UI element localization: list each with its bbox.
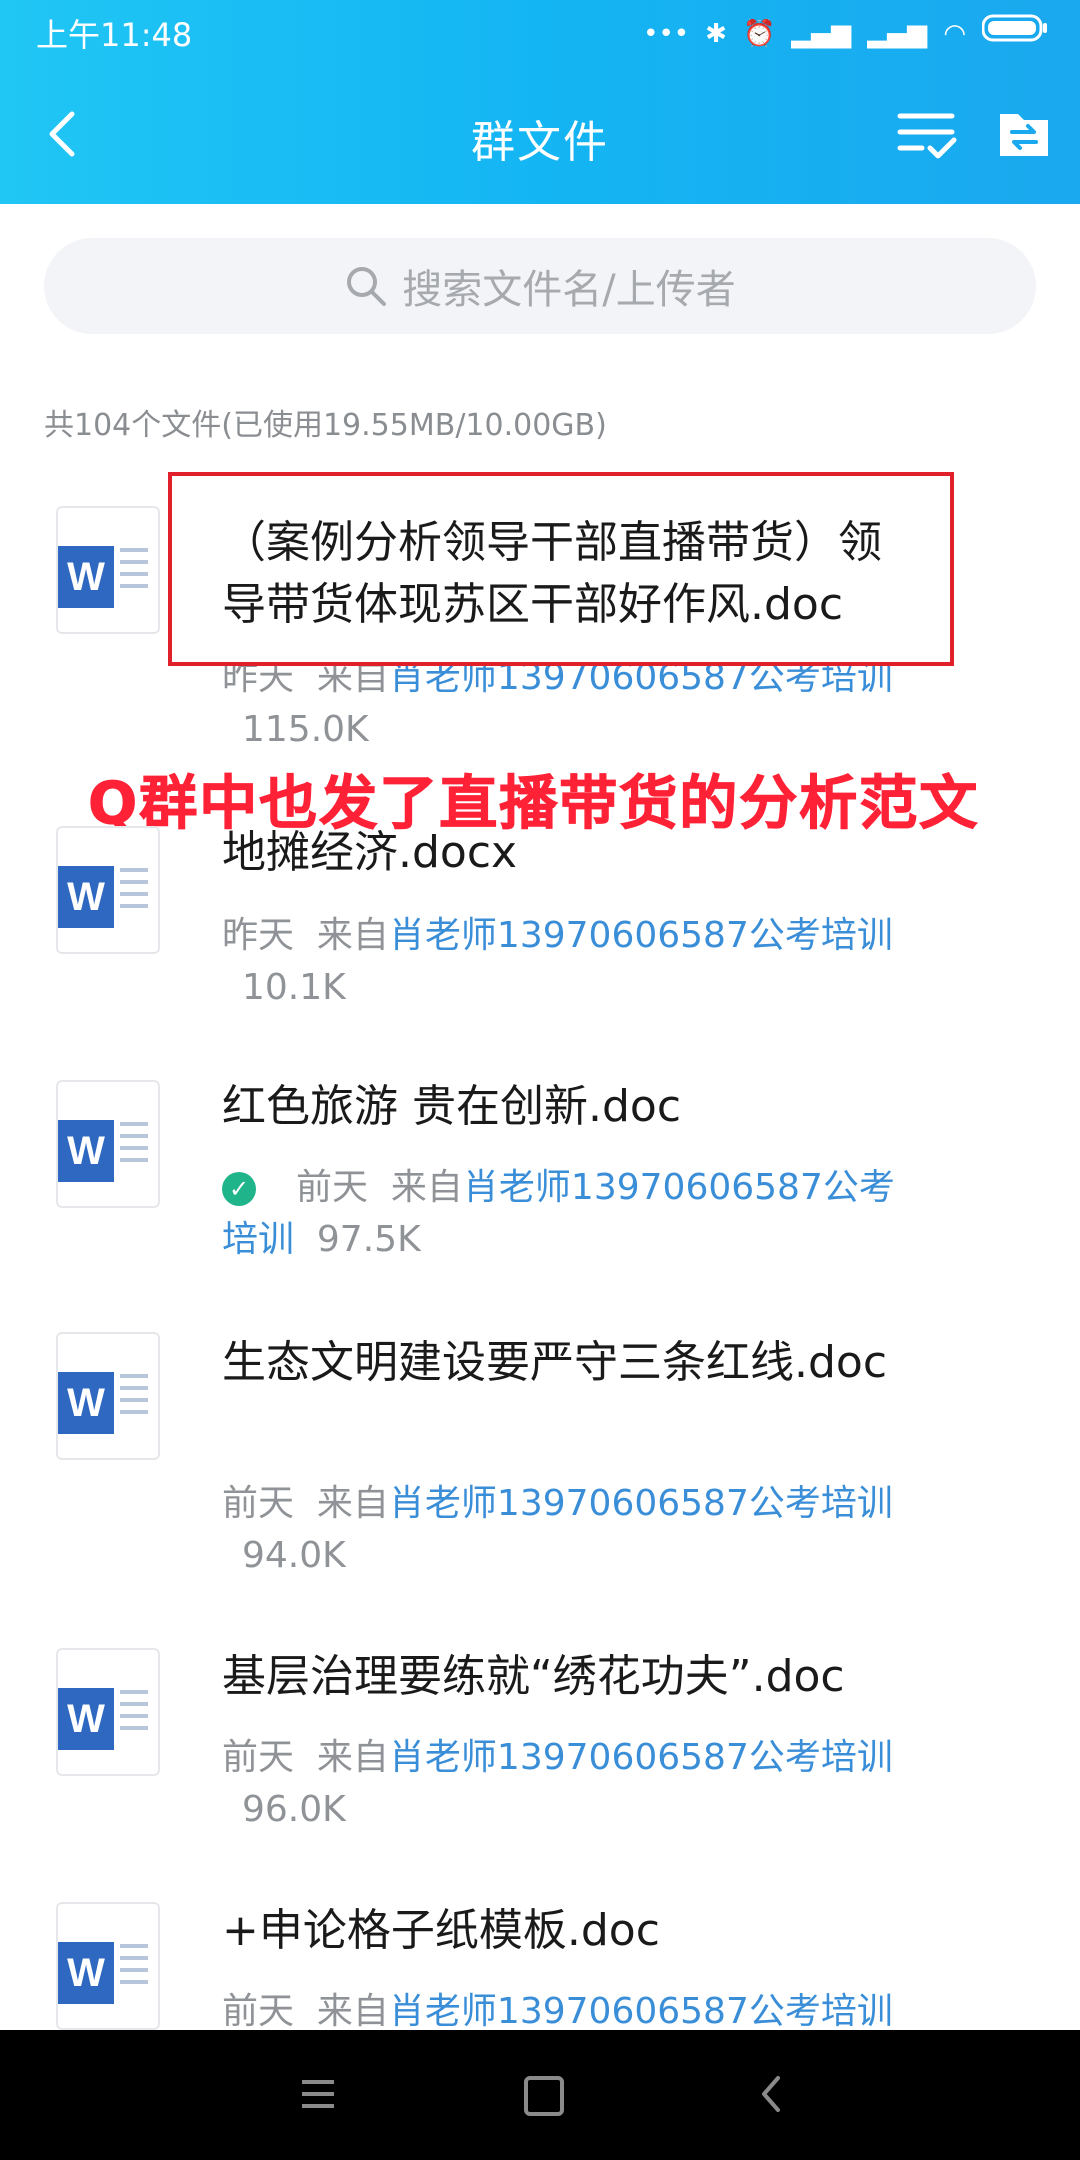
file-name: （案例分析领导干部直播带货）领导带货体现苏区干部好作风.doc — [222, 517, 882, 630]
bluetooth-icon: ✱ — [705, 19, 727, 49]
file-size: 115.0K — [242, 709, 369, 750]
multi-select-button[interactable] — [896, 104, 960, 164]
back-triangle-icon — [762, 2076, 780, 2112]
file-meta: 前天 来自肖老师13970606587公考培训 — [222, 1991, 893, 2030]
more-icon: ••• — [643, 19, 690, 49]
search-icon — [347, 267, 387, 306]
word-doc-icon: W — [56, 506, 160, 634]
status-time: 上午11:48 — [36, 16, 193, 54]
uploader-link[interactable]: 肖老师13970606587公考培训 — [389, 915, 893, 956]
file-name: 红色旅游 贵在创新.doc — [222, 1081, 682, 1132]
menu-button[interactable] — [300, 2074, 336, 2114]
signal-icon-2: ▂▄▆ — [867, 19, 928, 49]
uploader-link[interactable]: 肖老师13970606587公考培训 — [389, 1483, 893, 1524]
file-name: 基层治理要练就“绣花功夫”.doc — [222, 1651, 845, 1702]
system-back-button[interactable] — [756, 2074, 786, 2114]
check-circle-icon: ✓ — [222, 1172, 256, 1206]
file-size: 96.0K — [242, 1789, 346, 1830]
system-nav-bar — [0, 2030, 1080, 2160]
file-size: 94.0K — [242, 1535, 346, 1576]
file-name: 地摊经济.docx — [222, 827, 518, 878]
menu-icon — [302, 2080, 334, 2108]
highlight-box: （案例分析领导干部直播带货）领导带货体现苏区干部好作风.doc — [168, 472, 954, 666]
file-meta: ✓ 前天 来自肖老师13970606587公考培训 97.5K — [222, 1167, 895, 1260]
list-check-icon — [897, 113, 957, 159]
word-doc-icon: W — [56, 1080, 160, 1208]
search-placeholder: 搜索文件名/上传者 — [402, 267, 736, 313]
word-doc-icon: W — [56, 826, 160, 954]
wifi-icon: ◠ — [943, 19, 966, 49]
transfer-button[interactable] — [996, 106, 1052, 162]
file-meta: 昨天 来自肖老师13970606587公考培训 — [222, 915, 893, 956]
file-meta: 前天 来自肖老师13970606587公考培训 — [222, 1737, 893, 1778]
file-size: 10.1K — [242, 967, 346, 1008]
file-meta: 前天 来自肖老师13970606587公考培训 — [222, 1483, 893, 1524]
status-bar: 上午11:48 ••• ✱ ⏰ ▂▄▆ ▂▄▆ ◠ — [0, 0, 1080, 66]
uploader-link[interactable]: 肖老师13970606587公考培训 — [389, 1991, 893, 2030]
word-doc-icon: W — [56, 1332, 160, 1460]
file-name: +申论格子纸模板.doc — [222, 1905, 660, 1956]
file-size: 97.5K — [316, 1219, 421, 1260]
battery-icon — [981, 13, 1048, 55]
folder-transfer-icon — [1000, 114, 1048, 156]
file-summary: 共104个文件(已使用19.55MB/10.00GB) — [44, 408, 607, 443]
word-doc-icon: W — [56, 1648, 160, 1776]
signal-icon: ▂▄▆ — [791, 19, 852, 49]
home-button[interactable] — [524, 2076, 564, 2116]
file-name: 生态文明建设要严守三条红线.doc — [222, 1337, 888, 1388]
alarm-icon: ⏰ — [742, 19, 776, 49]
header: 上午11:48 ••• ✱ ⏰ ▂▄▆ ▂▄▆ ◠ 群文件 — [0, 0, 1080, 204]
status-icons: ••• ✱ ⏰ ▂▄▆ ▂▄▆ ◠ — [643, 14, 1048, 54]
navbar: 群文件 — [0, 66, 1080, 204]
word-doc-icon: W — [56, 1902, 160, 2030]
uploader-link[interactable]: 肖老师13970606587公考培训 — [389, 1737, 893, 1778]
search-input[interactable]: 搜索文件名/上传者 — [44, 238, 1036, 334]
